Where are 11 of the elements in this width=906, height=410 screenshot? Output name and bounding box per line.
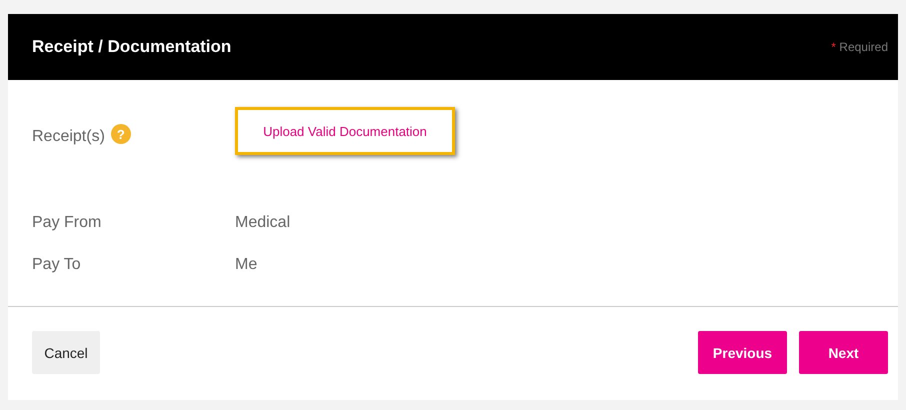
section-title: Receipt / Documentation — [32, 37, 232, 57]
previous-button[interactable]: Previous — [698, 331, 787, 374]
field-label: Receipt(s) — [32, 128, 105, 146]
field-label: Pay To — [32, 256, 81, 274]
field-value: Me — [235, 256, 258, 274]
field-label: Pay From — [32, 214, 102, 232]
required-note: * Required — [831, 40, 888, 54]
cancel-button[interactable]: Cancel — [32, 331, 100, 374]
field-value: Medical — [235, 214, 290, 232]
upload-button[interactable]: Upload Valid Documentation — [235, 107, 455, 155]
next-button[interactable]: Next — [799, 331, 888, 374]
